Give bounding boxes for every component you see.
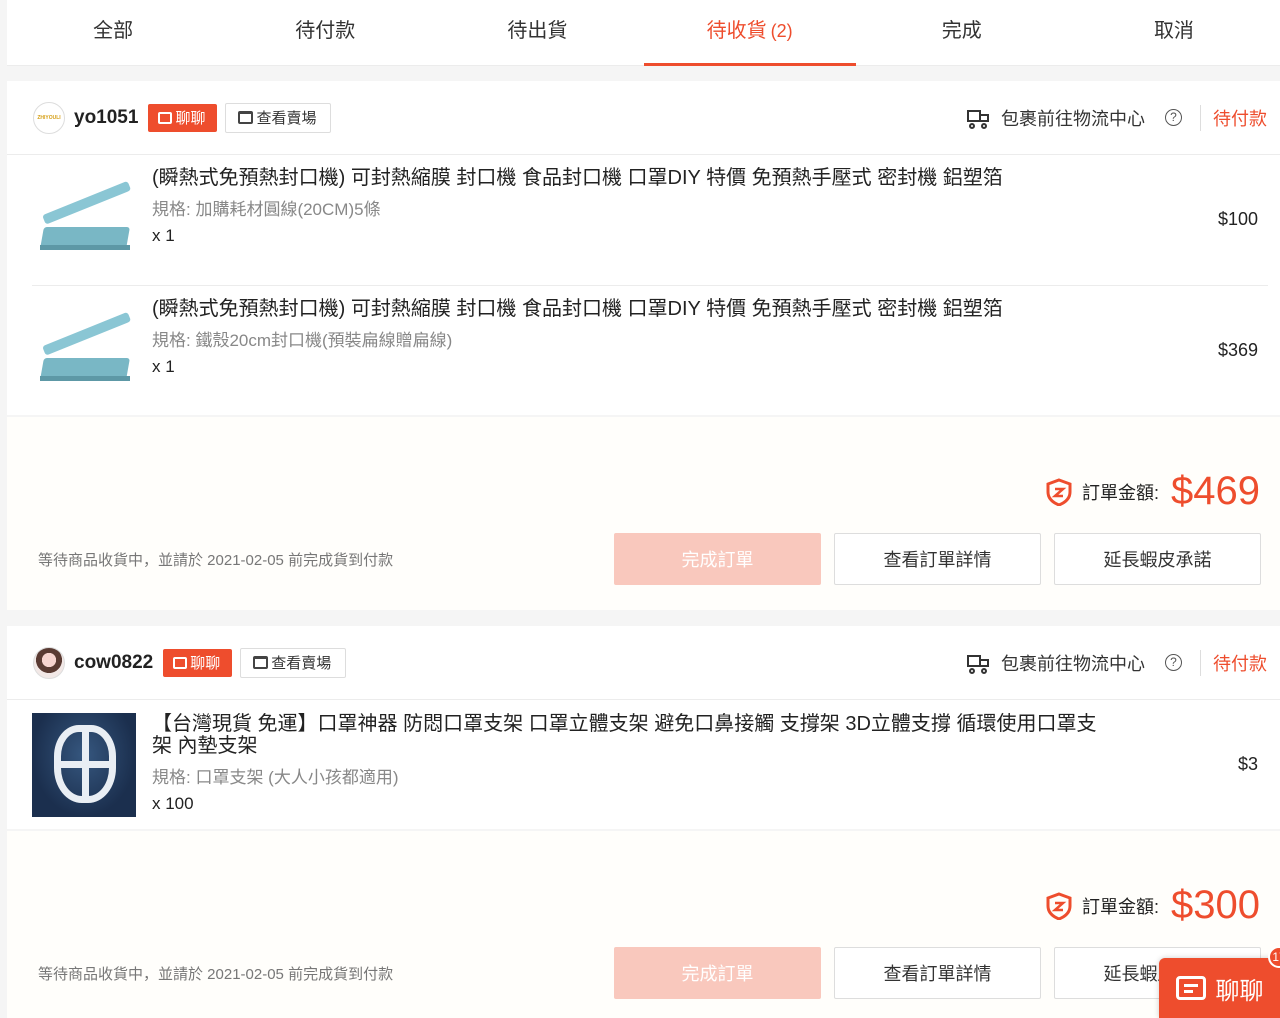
product-image: [32, 167, 136, 271]
chat-icon: [1175, 976, 1206, 1000]
truck-icon: [967, 654, 991, 674]
order-total: 訂單金額: $300: [1046, 883, 1260, 928]
product-quantity: x 100: [152, 794, 194, 813]
product-variation: 規格: 口罩支架 (大人小孩都適用): [152, 768, 399, 787]
help-icon[interactable]: ?: [1165, 109, 1182, 126]
product-price: $100: [1217, 209, 1258, 229]
order-status: 待付款: [1200, 104, 1267, 131]
product-quantity: x 1: [152, 226, 175, 245]
product-name: 【台灣現貨 免運】口罩神器 防悶口罩支架 口罩立體支架 避免口鼻接觸 支撐架 3…: [152, 713, 1097, 757]
tab-label: 完成: [941, 20, 982, 42]
shop-icon: [238, 111, 254, 124]
product-name: (瞬熱式免預熱封口機) 可封熱縮膜 封口機 食品封口機 口罩DIY 特價 免預熱…: [152, 298, 1003, 320]
shield-icon: [1046, 477, 1072, 506]
total-amount: $469: [1171, 469, 1260, 513]
tab-to-pay[interactable]: 待付款: [219, 0, 431, 65]
floating-chat-label: 聊聊: [1215, 977, 1264, 1005]
extend-guarantee-button[interactable]: 延長蝦皮承諾: [1054, 533, 1261, 585]
chat-label: 聊聊: [175, 110, 206, 127]
product-variation: 規格: 鐵殼20cm封口機(預裝扁線贈扁線): [152, 331, 453, 350]
view-shop-button[interactable]: 查看賣場: [225, 102, 332, 133]
waiting-notice: 等待商品收貨中，並請於 2021-02-05 前完成貨到付款: [38, 552, 394, 569]
product-image: [32, 713, 136, 817]
total-label: 訂單金額:: [1082, 482, 1160, 503]
tab-label: 取消: [1153, 20, 1194, 42]
order-item[interactable]: 【台灣現貨 免運】口罩神器 防悶口罩支架 口罩立體支架 避免口鼻接觸 支撐架 3…: [32, 700, 1268, 828]
order-summary: 訂單金額: $300 等待商品收貨中，並請於 2021-02-05 前完成貨到付…: [7, 831, 1280, 1018]
complete-order-button[interactable]: 完成訂單: [614, 947, 821, 999]
tab-label: 待付款: [295, 20, 356, 42]
order-item[interactable]: (瞬熱式免預熱封口機) 可封熱縮膜 封口機 食品封口機 口罩DIY 特價 免預熱…: [32, 286, 1268, 415]
shipping-status: 包裹前往物流中心 ? 待付款: [967, 104, 1267, 131]
order-status: 待付款: [1200, 649, 1267, 676]
unread-badge: 17: [1268, 946, 1280, 968]
complete-order-button[interactable]: 完成訂單: [614, 533, 821, 585]
shop-avatar[interactable]: [33, 646, 65, 679]
shipping-text: 包裹前往物流中心: [1001, 653, 1145, 674]
product-name: (瞬熱式免預熱封口機) 可封熱縮膜 封口機 食品封口機 口罩DIY 特價 免預熱…: [152, 167, 1003, 189]
view-shop-label: 查看賣場: [271, 655, 332, 672]
tab-all[interactable]: 全部: [7, 0, 219, 65]
tab-to-receive[interactable]: 待收貨 (2): [643, 0, 856, 66]
tab-count: (2): [770, 21, 793, 41]
order-details-button[interactable]: 查看訂單詳情: [834, 533, 1041, 585]
waiting-notice: 等待商品收貨中，並請於 2021-02-05 前完成貨到付款: [38, 966, 394, 983]
truck-icon: [967, 109, 991, 129]
order-header: cow0822 聊聊 查看賣場 包裹前往物流中心 ? 待付款: [7, 626, 1280, 700]
view-shop-label: 查看賣場: [256, 110, 317, 127]
product-price: $369: [1217, 340, 1258, 360]
tab-label: 全部: [93, 20, 134, 42]
total-label: 訂單金額:: [1082, 896, 1160, 917]
product-quantity: x 1: [152, 357, 175, 376]
order-status-tabs: 全部 待付款 待出貨 待收貨 (2) 完成 取消: [7, 0, 1280, 66]
chat-button[interactable]: 聊聊: [163, 648, 233, 677]
shop-icon: [253, 656, 269, 669]
shop-name[interactable]: yo1051: [74, 107, 138, 129]
chat-button[interactable]: 聊聊: [148, 103, 218, 132]
tab-cancelled[interactable]: 取消: [1068, 0, 1280, 65]
chat-label: 聊聊: [190, 655, 221, 672]
product-image: [32, 298, 136, 402]
order-header: ZHIYOULI yo1051 聊聊 查看賣場 包裹前往物流中心 ? 待付款: [7, 81, 1280, 155]
avatar-logo-text: ZHIYOULI: [37, 114, 61, 121]
tab-to-ship[interactable]: 待出貨: [431, 0, 643, 65]
order-details-button[interactable]: 查看訂單詳情: [834, 947, 1041, 999]
order-item[interactable]: (瞬熱式免預熱封口機) 可封熱縮膜 封口機 食品封口機 口罩DIY 特價 免預熱…: [32, 155, 1268, 286]
chat-icon: [158, 111, 173, 124]
order-summary: 訂單金額: $469 等待商品收貨中，並請於 2021-02-05 前完成貨到付…: [7, 417, 1280, 610]
order-total: 訂單金額: $469: [1046, 469, 1260, 514]
tab-label: 待出貨: [507, 20, 568, 42]
shipping-text: 包裹前往物流中心: [1001, 108, 1145, 129]
order-card: ZHIYOULI yo1051 聊聊 查看賣場 包裹前往物流中心 ? 待付款 (…: [7, 81, 1280, 415]
product-price: $3: [1237, 754, 1258, 774]
product-variation: 規格: 加購耗材圓線(20CM)5條: [152, 200, 381, 219]
tab-completed[interactable]: 完成: [856, 0, 1068, 65]
shield-icon: [1046, 891, 1072, 920]
order-card: cow0822 聊聊 查看賣場 包裹前往物流中心 ? 待付款 【台灣現貨 免運】…: [7, 626, 1280, 829]
shop-avatar[interactable]: ZHIYOULI: [33, 101, 65, 134]
shop-name[interactable]: cow0822: [74, 652, 153, 674]
tab-label: 待收貨: [706, 20, 767, 42]
shipping-status: 包裹前往物流中心 ? 待付款: [967, 649, 1267, 676]
help-icon[interactable]: ?: [1165, 654, 1182, 671]
floating-chat-button[interactable]: 聊聊 17: [1159, 946, 1280, 1018]
chat-icon: [173, 656, 188, 669]
view-shop-button[interactable]: 查看賣場: [240, 647, 347, 678]
total-amount: $300: [1171, 883, 1260, 927]
